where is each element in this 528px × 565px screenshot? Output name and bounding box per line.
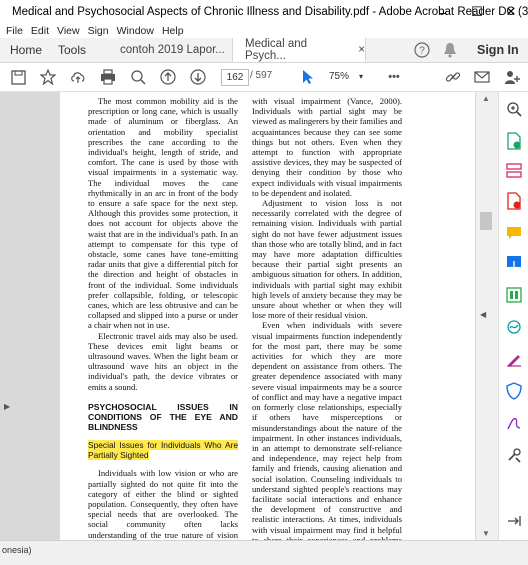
create-pdf-icon[interactable]: [505, 192, 523, 210]
comment-icon[interactable]: [505, 224, 523, 242]
save-icon[interactable]: [8, 67, 28, 87]
document-viewer[interactable]: ▶ The most common mobility aid is the pr…: [0, 92, 498, 540]
select-cursor-icon[interactable]: [298, 67, 318, 87]
zoom-value: 75%: [329, 71, 350, 82]
protect-shield-icon[interactable]: [505, 382, 523, 400]
help-icon[interactable]: ?: [414, 38, 430, 62]
zoom-select[interactable]: 75% ▾: [329, 69, 369, 84]
tab-document-2[interactable]: Medical and Psych... ×: [232, 38, 366, 62]
share-link-icon[interactable]: [443, 67, 463, 87]
paragraph: Adjustment to vision loss is not necessa…: [252, 198, 402, 321]
tab-document-2-label: Medical and Psych...: [245, 38, 308, 62]
right-pane-collapse-icon[interactable]: ◀: [480, 310, 486, 319]
combine-files-icon[interactable]: [505, 254, 523, 272]
scroll-up-icon[interactable]: ▲: [482, 94, 490, 103]
zoom-in-icon[interactable]: [505, 100, 523, 118]
page-count: / 597: [250, 70, 273, 81]
paragraph: with visual impairment (Vance, 2000). In…: [252, 96, 402, 198]
svg-text:?: ?: [419, 46, 425, 57]
scroll-down-icon[interactable]: ▼: [482, 529, 490, 538]
page-number-input[interactable]: 162: [221, 69, 249, 86]
menu-help[interactable]: Help: [162, 25, 184, 37]
section-heading: PSYCHOSOCIAL ISSUES IN CONDITIONS OF THE…: [88, 401, 238, 432]
notification-bell-icon[interactable]: [443, 38, 457, 62]
left-column: The most common mobility aid is the pres…: [88, 96, 238, 540]
organize-pages-icon[interactable]: [505, 162, 523, 180]
tab-home[interactable]: Home: [10, 38, 42, 62]
add-user-icon[interactable]: [502, 67, 522, 87]
find-zoom-icon[interactable]: [128, 67, 148, 87]
tab-bar: Home Tools contoh 2019 Lapor... Medical …: [0, 38, 528, 63]
tab-document-1-label: contoh 2019 Lapor...: [120, 44, 225, 56]
fill-sign-icon[interactable]: [505, 350, 523, 368]
maximize-button[interactable]: ☐: [460, 0, 494, 24]
tab-tools[interactable]: Tools: [58, 38, 86, 62]
tools-pane: [498, 92, 528, 540]
print-icon[interactable]: [98, 67, 118, 87]
scrollbar-thumb[interactable]: [480, 212, 492, 230]
more-tools-button[interactable]: •••: [384, 67, 404, 87]
menu-bar: File Edit View Sign Window Help: [0, 24, 528, 38]
next-page-icon[interactable]: [188, 67, 208, 87]
email-icon[interactable]: [472, 67, 492, 87]
paragraph: Individuals with low vision or who are p…: [88, 468, 238, 540]
export-pdf-icon[interactable]: [505, 132, 523, 150]
request-signature-icon[interactable]: [505, 318, 523, 336]
more-tools-icon[interactable]: [505, 446, 523, 464]
menu-edit[interactable]: Edit: [31, 25, 49, 37]
menu-view[interactable]: View: [57, 25, 80, 37]
paragraph: Even when individuals with severe visual…: [252, 320, 402, 540]
close-button[interactable]: ✕: [494, 0, 528, 24]
menu-sign[interactable]: Sign: [88, 25, 109, 37]
tab-close-icon[interactable]: ×: [358, 44, 365, 56]
sign-in-button[interactable]: Sign In: [477, 38, 519, 62]
paragraph: The most common mobility aid is the pres…: [88, 96, 238, 331]
previous-page-icon[interactable]: [158, 67, 178, 87]
upload-cloud-icon[interactable]: [68, 67, 88, 87]
right-column: with visual impairment (Vance, 2000). In…: [252, 96, 402, 540]
highlighted-subheading: Special Issues for Individuals Who Are P…: [88, 439, 238, 461]
sign-pen-icon[interactable]: [505, 414, 523, 432]
tab-document-1[interactable]: contoh 2019 Lapor...: [108, 38, 232, 62]
menu-window[interactable]: Window: [117, 25, 154, 37]
collapse-pane-icon[interactable]: [505, 512, 523, 530]
status-bar: onesia): [0, 540, 528, 565]
minimize-button[interactable]: –: [426, 0, 460, 24]
menu-file[interactable]: File: [6, 25, 23, 37]
title-bar: Medical and Psychosocial Aspects of Chro…: [0, 0, 528, 24]
toolbar: 162 / 597 75% ▾ •••: [0, 63, 528, 92]
chevron-down-icon: ▾: [359, 72, 364, 81]
left-pane-toggle-icon[interactable]: ▶: [4, 402, 10, 411]
edit-pdf-icon[interactable]: [505, 286, 523, 304]
bookmark-star-icon[interactable]: [38, 67, 58, 87]
pdf-page: The most common mobility aid is the pres…: [60, 92, 475, 540]
paragraph: Electronic travel aids may also be used.…: [88, 330, 238, 392]
status-text: onesia): [2, 545, 32, 555]
